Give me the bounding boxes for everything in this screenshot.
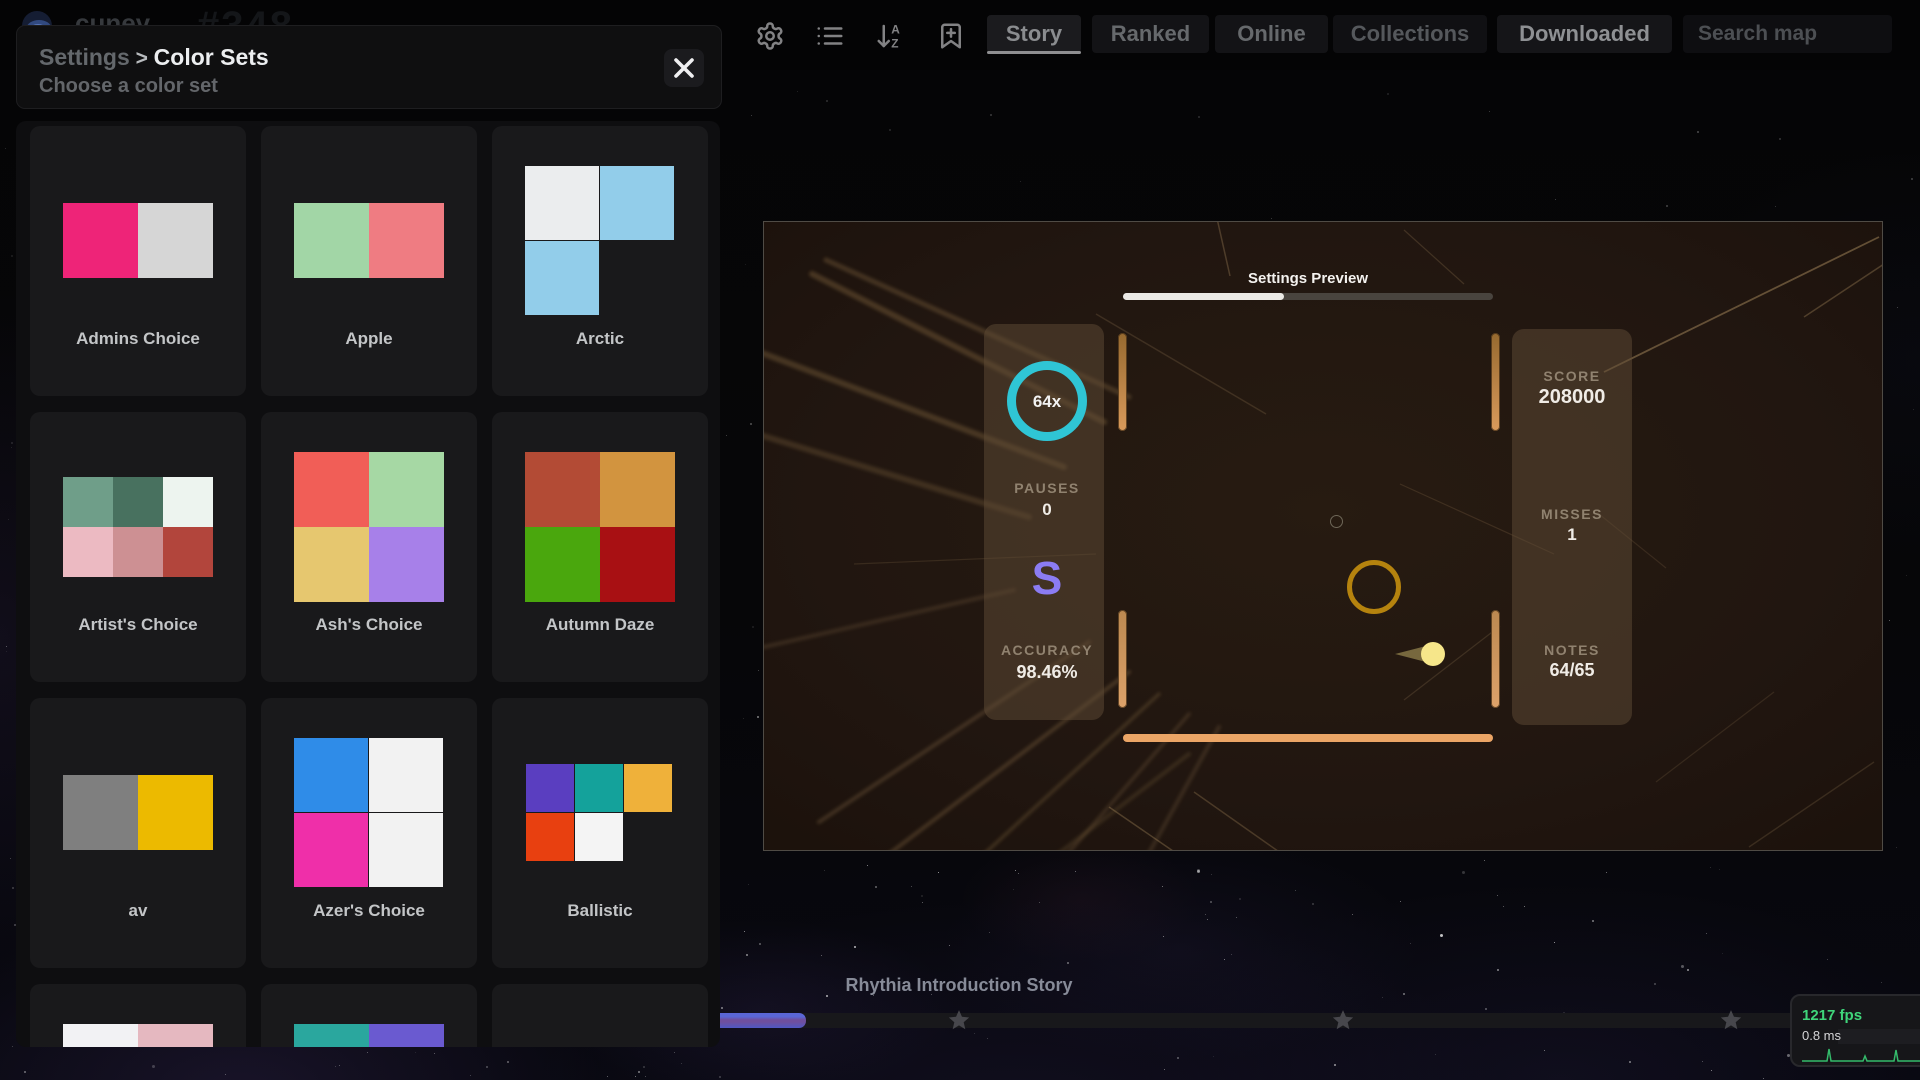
svg-text:Z: Z bbox=[891, 36, 898, 50]
svg-text:A: A bbox=[891, 23, 900, 37]
